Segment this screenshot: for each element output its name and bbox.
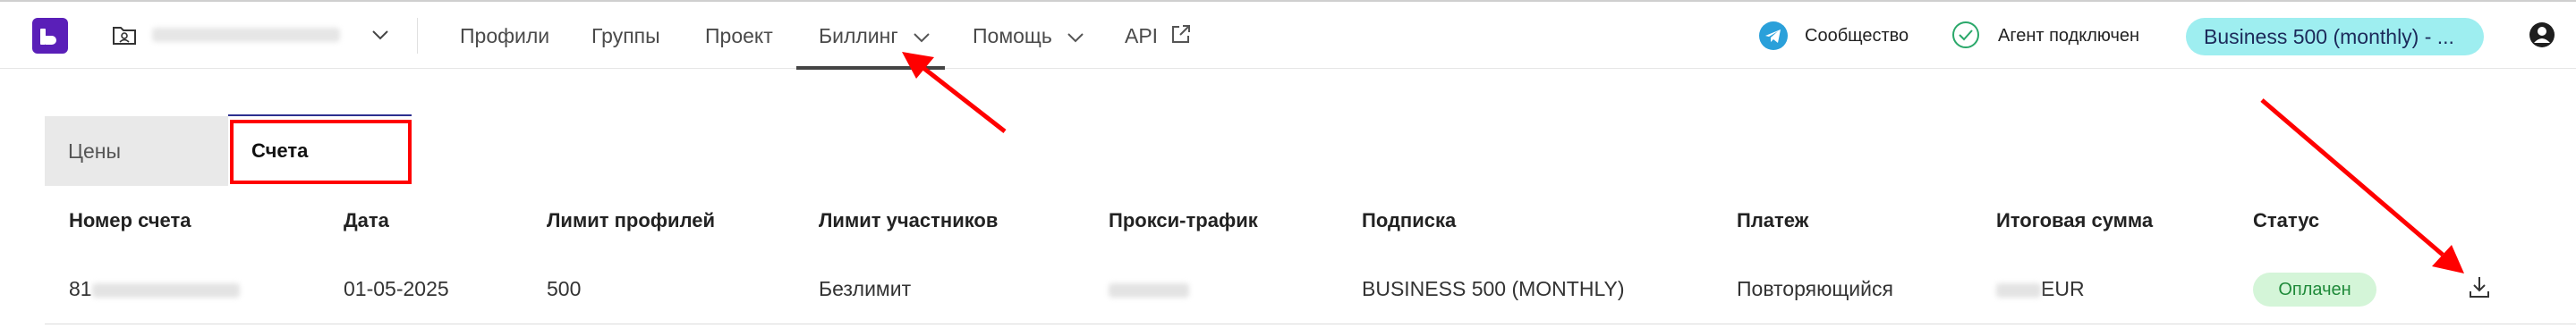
community-link[interactable]: Сообщество: [1805, 23, 1909, 48]
user-icon[interactable]: [2529, 21, 2555, 48]
chevron-down-icon[interactable]: [370, 27, 390, 43]
proxy-traffic-redacted: [1109, 282, 1189, 298]
nav-api-label: API: [1125, 24, 1159, 47]
workspace-name: [152, 28, 340, 42]
date-cell: 01-05-2025: [344, 277, 449, 300]
brand-logo[interactable]: [32, 18, 68, 54]
column-header-profile-limit: Лимит профилей: [547, 209, 716, 231]
status-badge: Оплачен: [2253, 273, 2376, 307]
proxy-traffic-cell: [1109, 277, 1189, 301]
nav-billing-label: Биллинг: [819, 24, 898, 47]
column-header-payment: Платеж: [1737, 209, 1809, 231]
agent-status: Агент подключен: [1998, 26, 2140, 46]
top-navigation-bar: Профили Группы Проект Биллинг Помощь API…: [0, 0, 2576, 70]
invoice-number-cell: 81: [69, 277, 240, 301]
tab-prices[interactable]: Цены: [45, 116, 228, 186]
folder-icon[interactable]: [113, 25, 136, 45]
active-nav-indicator: [796, 66, 945, 70]
external-link-icon: [1172, 25, 1191, 43]
nav-help[interactable]: Помощь: [973, 23, 1084, 48]
column-header-total: Итоговая сумма: [1996, 209, 2154, 231]
invoice-number: 81: [69, 277, 92, 300]
column-header-invoice-number: Номер счета: [69, 209, 191, 231]
column-header-date: Дата: [344, 209, 389, 231]
plan-badge[interactable]: Business 500 (monthly) - ...: [2186, 18, 2484, 55]
total-amount-redacted: [1996, 282, 2041, 298]
profile-limit-cell: 500: [547, 277, 582, 300]
telegram-icon[interactable]: [1759, 21, 1788, 50]
nav-groups[interactable]: Группы: [591, 23, 660, 48]
workspace-selector[interactable]: [152, 26, 358, 44]
nav-api[interactable]: API: [1125, 23, 1192, 48]
chevron-down-icon: [914, 33, 930, 43]
chevron-down-icon: [1067, 33, 1084, 43]
annotation-arrow-download: [2260, 98, 2464, 273]
column-header-subscription: Подписка: [1362, 209, 1457, 231]
member-limit-cell: Безлимит: [819, 277, 912, 300]
payment-cell: Повторяющийся: [1737, 277, 1893, 300]
nav-billing[interactable]: Биллинг: [819, 23, 931, 48]
invoice-number-redacted: [91, 282, 240, 298]
nav-profiles[interactable]: Профили: [460, 23, 549, 48]
check-circle-icon: [1952, 21, 1979, 48]
nav-help-label: Помощь: [973, 24, 1052, 47]
annotation-highlight-box: [230, 120, 412, 184]
divider: [417, 18, 418, 54]
column-header-member-limit: Лимит участников: [819, 209, 999, 231]
subscription-cell: BUSINESS 500 (MONTHLY): [1362, 277, 1625, 300]
column-header-proxy-traffic: Прокси-трафик: [1109, 209, 1258, 231]
download-icon[interactable]: [2466, 273, 2493, 300]
column-header-status: Статус: [2253, 209, 2320, 231]
nav-project[interactable]: Проект: [705, 23, 773, 48]
total-currency: EUR: [2041, 277, 2085, 300]
total-cell: EUR: [1996, 277, 2085, 301]
